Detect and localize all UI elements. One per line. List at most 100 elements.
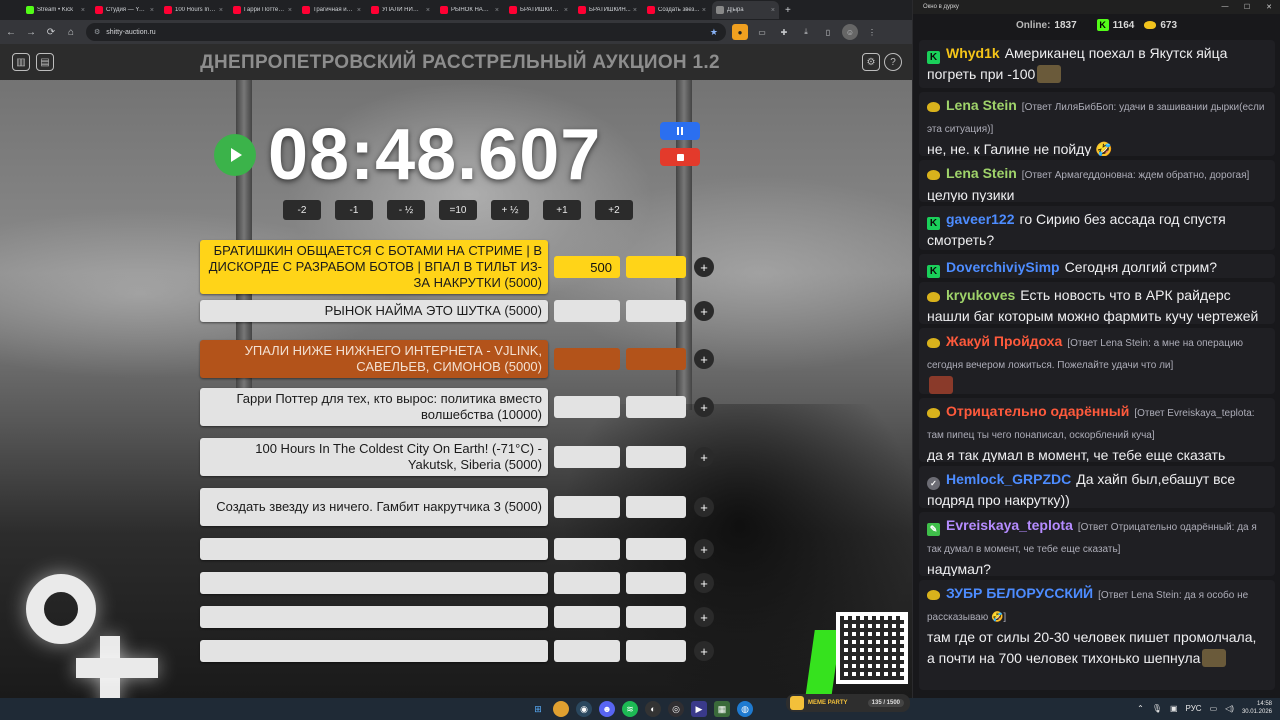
time-adjust-button[interactable]: -1 — [335, 200, 373, 220]
stop-button[interactable] — [660, 148, 700, 166]
lot-add-amount-field[interactable] — [626, 300, 686, 322]
sidebar-toggle-icon[interactable]: ▥ — [12, 53, 30, 71]
clock[interactable]: 14:58 30.01.2026 — [1242, 700, 1272, 716]
time-adjust-button[interactable]: -2 — [283, 200, 321, 220]
mic-icon[interactable]: 🎙 — [1152, 704, 1162, 713]
address-bar[interactable]: ⚙ shitty-auction.ru ★ — [86, 23, 726, 41]
lot-name-field[interactable] — [200, 538, 548, 560]
tab-close-icon[interactable]: × — [633, 7, 637, 14]
browser-tab[interactable]: Д|ыра × — [712, 1, 779, 19]
lot-amount-field[interactable] — [554, 606, 620, 628]
lot-add-button[interactable]: + — [694, 349, 714, 369]
play-button[interactable] — [214, 134, 256, 176]
lot-add-amount-field[interactable] — [626, 396, 686, 418]
browser-tab[interactable]: УПАЛИ НИЖЕ НИЖНЕГО...× — [367, 1, 434, 19]
lot-add-amount-field[interactable] — [626, 538, 686, 560]
bookmark-star-icon[interactable]: ★ — [710, 27, 718, 38]
lot-amount-field[interactable] — [554, 396, 620, 418]
browser-tab[interactable]: Студия — YouTube× — [91, 1, 158, 19]
profile-icon[interactable]: ☺ — [842, 24, 858, 40]
lot-add-amount-field[interactable] — [626, 640, 686, 662]
lot-add-button[interactable]: + — [694, 497, 714, 517]
tab-close-icon[interactable]: × — [81, 7, 85, 14]
chat-username[interactable]: Evreiskaya_teplota — [946, 517, 1073, 533]
lot-amount-field[interactable] — [554, 446, 620, 468]
new-tab-icon[interactable]: + — [785, 5, 791, 16]
tab-close-icon[interactable]: × — [702, 7, 706, 14]
menu-icon[interactable]: ⋮ — [864, 24, 880, 40]
tab-close-icon[interactable]: × — [288, 7, 292, 14]
browser-tab[interactable]: БРАТИШКИН ОБЩ...× — [505, 1, 572, 19]
lot-name-field[interactable]: РЫНОК НАЙМА ЭТО ШУТКА (5000) — [200, 300, 548, 322]
time-adjust-button[interactable]: - ½ — [387, 200, 425, 220]
steam-icon[interactable]: ◉ — [576, 701, 592, 717]
time-adjust-button[interactable]: + ½ — [491, 200, 529, 220]
lot-add-button[interactable]: + — [694, 397, 714, 417]
windows-start-icon[interactable]: ⊞ — [530, 701, 546, 717]
lot-name-field[interactable] — [200, 640, 548, 662]
lot-add-button[interactable]: + — [694, 257, 714, 277]
lot-amount-field[interactable] — [554, 300, 620, 322]
chat-username[interactable]: kryukoves — [946, 287, 1015, 303]
browser-tab[interactable]: Гарри Поттер для тех...× — [229, 1, 296, 19]
lot-name-field[interactable] — [200, 572, 548, 594]
chat-username[interactable]: Lena Stein — [946, 165, 1017, 181]
app-icon[interactable]: ◐ — [645, 701, 661, 717]
cast-icon[interactable]: ▭ — [754, 24, 770, 40]
lot-add-amount-field[interactable] — [626, 606, 686, 628]
chat-username[interactable]: Жакуй Пройдоха — [946, 333, 1062, 349]
media-player-icon[interactable]: ▶ — [691, 701, 707, 717]
lot-add-amount-field[interactable] — [626, 496, 686, 518]
pause-button[interactable] — [660, 122, 700, 140]
tab-close-icon[interactable]: × — [357, 7, 361, 14]
grid-app-icon[interactable]: ▦ — [714, 701, 730, 717]
browser-tab[interactable]: 100 Hours In The Coldest...× — [160, 1, 227, 19]
close-icon[interactable]: ✕ — [1258, 3, 1280, 11]
site-info-icon[interactable]: ⚙ — [94, 28, 100, 36]
chrome-icon[interactable] — [553, 701, 569, 717]
tab-close-icon[interactable]: × — [564, 7, 568, 14]
tab-close-icon[interactable]: × — [219, 7, 223, 14]
settings-icon[interactable]: ⚙ — [862, 53, 880, 71]
lot-amount-field[interactable] — [554, 496, 620, 518]
lot-add-amount-field[interactable] — [626, 446, 686, 468]
extension-icon[interactable]: ● — [732, 24, 748, 40]
chat-username[interactable]: Hemlock_GRPZDC — [946, 471, 1071, 487]
extensions-puzzle-icon[interactable]: ✚ — [776, 24, 792, 40]
tab-close-icon[interactable]: × — [150, 7, 154, 14]
browser-tab[interactable]: Трагичная история...× — [298, 1, 365, 19]
lot-amount-field[interactable] — [554, 348, 620, 370]
lot-add-button[interactable]: + — [694, 607, 714, 627]
lot-add-amount-field[interactable] — [626, 348, 686, 370]
download-icon[interactable]: ⤓ — [798, 24, 814, 40]
lot-add-button[interactable]: + — [694, 641, 714, 661]
browser-tab[interactable]: БРАТИШКИН... × — [574, 1, 641, 19]
lot-add-button[interactable]: + — [694, 301, 714, 321]
chat-username[interactable]: DoverchiviySimp — [946, 259, 1060, 275]
reload-icon[interactable]: ⟳ — [42, 23, 60, 41]
browser-tab[interactable]: Stream • Kick × — [22, 1, 89, 19]
back-icon[interactable]: ← — [2, 23, 20, 41]
volume-icon[interactable]: ◁) — [1225, 704, 1234, 713]
forward-icon[interactable]: → — [22, 23, 40, 41]
chat-username[interactable]: ЗУБР БЕЛОРУССКИЙ — [946, 585, 1093, 601]
lot-add-button[interactable]: + — [694, 539, 714, 559]
lot-name-field[interactable]: Создать звезду из ничего. Гамбит накрутч… — [200, 488, 548, 526]
obs-icon[interactable]: ◎ — [668, 701, 684, 717]
home-icon[interactable]: ⌂ — [62, 23, 80, 41]
chat-username[interactable]: gaveer122 — [946, 211, 1015, 227]
lot-name-field[interactable] — [200, 606, 548, 628]
lot-amount-field[interactable] — [554, 538, 620, 560]
help-icon[interactable]: ? — [884, 53, 902, 71]
lot-name-field[interactable]: БРАТИШКИН ОБЩАЕТСЯ С БОТАМИ НА СТРИМЕ | … — [200, 240, 548, 294]
browser-app-icon[interactable]: ◍ — [737, 701, 753, 717]
lot-add-amount-field[interactable] — [626, 572, 686, 594]
chat-username[interactable]: Отрицательно одарённый — [946, 403, 1129, 419]
save-icon[interactable]: ▤ — [36, 53, 54, 71]
maximize-icon[interactable]: ☐ — [1236, 3, 1258, 11]
network-icon[interactable]: ▭ — [1210, 704, 1218, 713]
tab-close-icon[interactable]: × — [495, 7, 499, 14]
lot-add-button[interactable]: + — [694, 447, 714, 467]
tab-close-icon[interactable]: × — [426, 7, 430, 14]
tab-close-icon[interactable]: × — [771, 7, 775, 14]
